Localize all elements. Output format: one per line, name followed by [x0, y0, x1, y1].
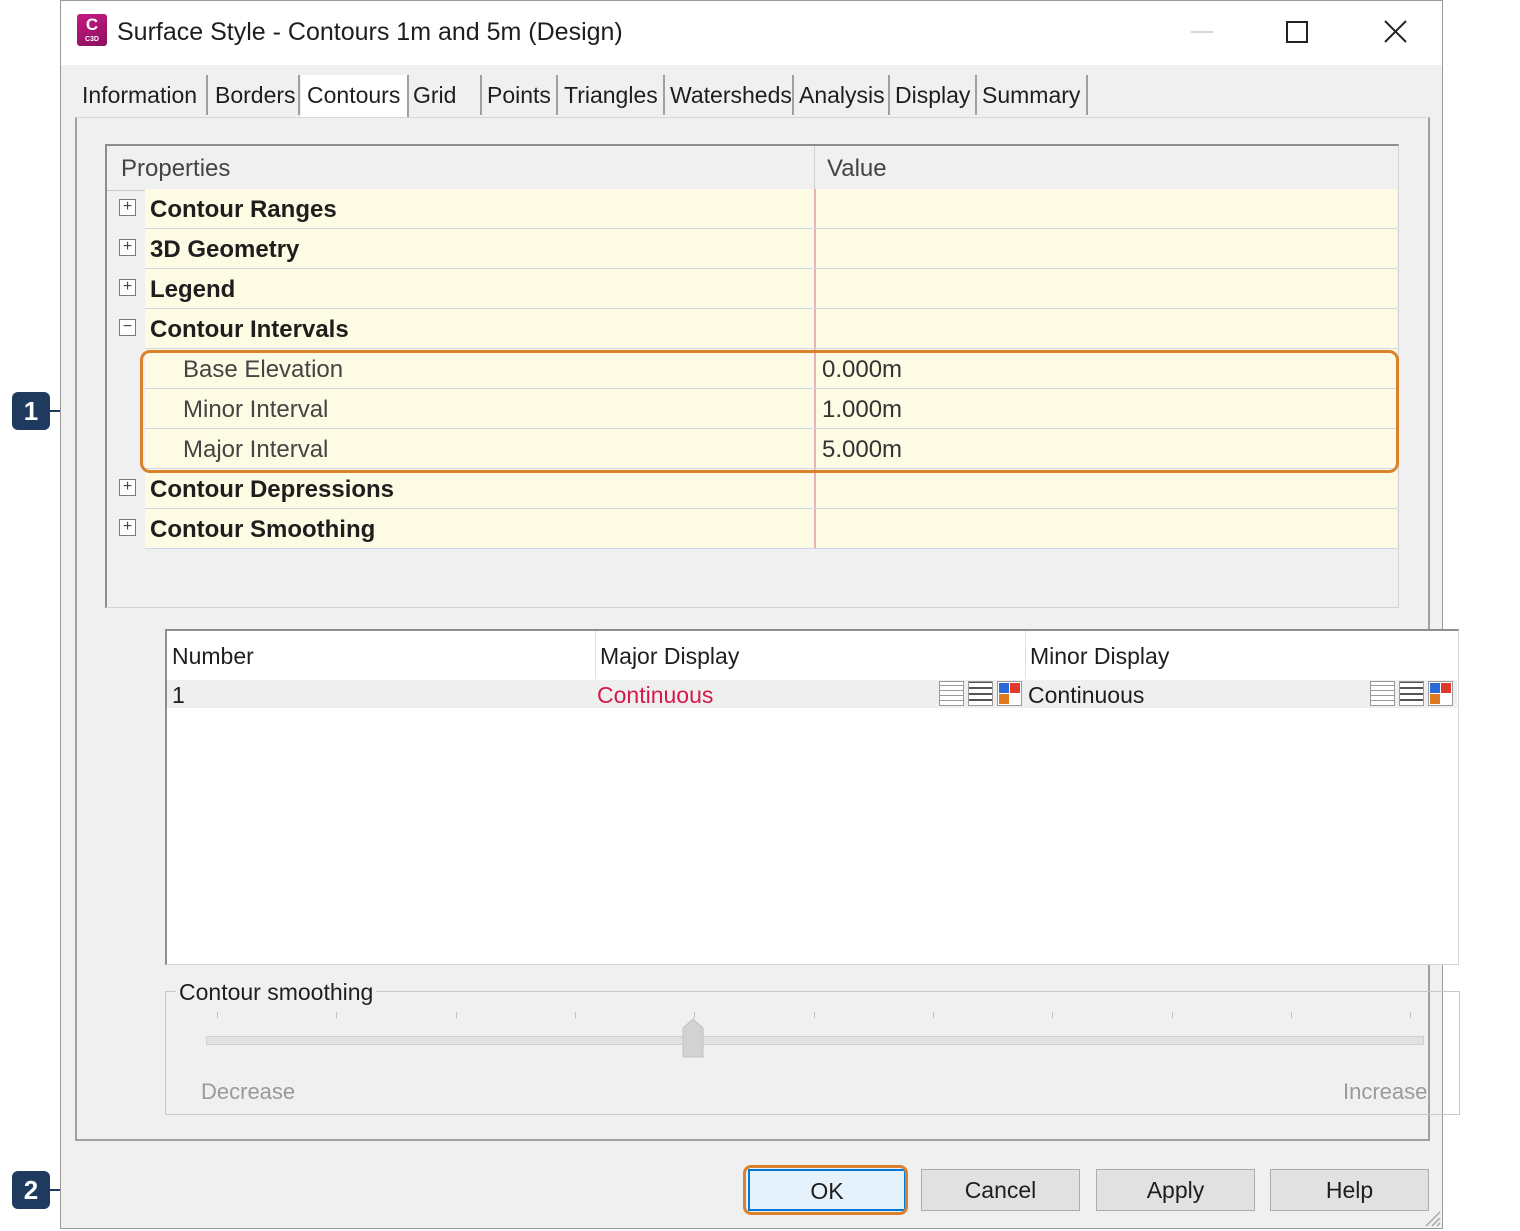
color-icon[interactable]: [1428, 681, 1453, 706]
expand-icon[interactable]: +: [119, 198, 136, 216]
close-button[interactable]: [1372, 9, 1418, 55]
expand-icon[interactable]: +: [119, 238, 136, 256]
major-display-column-header: Major Display: [600, 643, 740, 669]
tab-analysis[interactable]: Analysis: [793, 75, 890, 115]
lineweight-icon[interactable]: [968, 681, 993, 706]
tab-summary[interactable]: Summary: [976, 75, 1088, 115]
maximize-button[interactable]: [1274, 9, 1320, 55]
callout-1-badge: 1: [12, 392, 50, 430]
collapse-icon[interactable]: −: [119, 318, 136, 336]
smoothing-slider-track[interactable]: [206, 1036, 1424, 1045]
expand-icon[interactable]: +: [119, 278, 136, 296]
contour-intervals-highlight: [140, 350, 1399, 473]
decrease-label: Decrease: [201, 1079, 296, 1104]
expand-icon[interactable]: +: [119, 478, 136, 496]
close-icon: [1384, 20, 1407, 43]
value-column-header: Value: [827, 155, 887, 182]
major-linetype[interactable]: Continuous: [597, 680, 713, 710]
cancel-button[interactable]: Cancel: [921, 1169, 1080, 1211]
window-title: Surface Style - Contours 1m and 5m (Desi…: [117, 18, 623, 46]
tab-watersheds[interactable]: Watersheds: [664, 75, 794, 115]
linetype-icon[interactable]: [1370, 681, 1395, 706]
contour-display-grid: Number Major Display Minor Display 1 Con…: [165, 629, 1459, 965]
color-icon[interactable]: [997, 681, 1022, 706]
category-contour-depressions[interactable]: Contour Depressions: [145, 469, 1397, 509]
expand-icon[interactable]: +: [119, 518, 136, 536]
resize-grip-icon[interactable]: [1420, 1206, 1442, 1228]
linetype-icon[interactable]: [939, 681, 964, 706]
minor-display-column-header: Minor Display: [1030, 643, 1170, 669]
table-row[interactable]: 1 Continuous Continuous: [167, 680, 1457, 708]
category-3d-geometry[interactable]: 3D Geometry: [145, 229, 1397, 269]
category-contour-ranges[interactable]: Contour Ranges: [145, 189, 1397, 229]
callout-2-badge: 2: [12, 1171, 50, 1209]
properties-column-header: Properties: [121, 155, 231, 182]
number-column-header: Number: [172, 643, 254, 669]
tab-grid[interactable]: Grid: [407, 75, 482, 115]
header-divider: [814, 146, 815, 190]
category-contour-smoothing[interactable]: Contour Smoothing: [145, 509, 1397, 549]
smoothing-slider-thumb[interactable]: [682, 1018, 704, 1058]
tab-display[interactable]: Display: [889, 75, 977, 115]
title-bar: C C3D Surface Style - Contours 1m and 5m…: [61, 1, 1442, 65]
property-grid-header: Properties Value: [107, 146, 1397, 191]
increase-label: Increase: [1343, 1079, 1428, 1104]
category-contour-intervals[interactable]: Contour Intervals: [145, 309, 1397, 349]
category-legend[interactable]: Legend: [145, 269, 1397, 309]
lineweight-icon[interactable]: [1399, 681, 1424, 706]
tab-contours[interactable]: Contours: [301, 75, 409, 119]
tab-information[interactable]: Information: [76, 75, 208, 115]
maximize-icon: [1286, 21, 1308, 43]
tab-borders[interactable]: Borders: [209, 75, 300, 115]
ok-button-highlight: [743, 1165, 908, 1215]
civil3d-app-icon: C C3D: [77, 14, 107, 46]
help-button[interactable]: Help: [1270, 1169, 1429, 1211]
row-number: 1: [172, 682, 185, 708]
tab-triangles[interactable]: Triangles: [558, 75, 665, 115]
minimize-button[interactable]: [1179, 9, 1225, 55]
minor-linetype[interactable]: Continuous: [1028, 680, 1144, 710]
apply-button[interactable]: Apply: [1096, 1169, 1255, 1211]
surface-style-dialog: C C3D Surface Style - Contours 1m and 5m…: [60, 0, 1460, 1229]
contour-smoothing-group: Contour smoothing Decrease Increase: [165, 978, 1460, 1115]
contour-smoothing-label: Contour smoothing: [176, 978, 377, 1006]
tab-points[interactable]: Points: [481, 75, 558, 115]
minimize-icon: [1191, 31, 1213, 33]
